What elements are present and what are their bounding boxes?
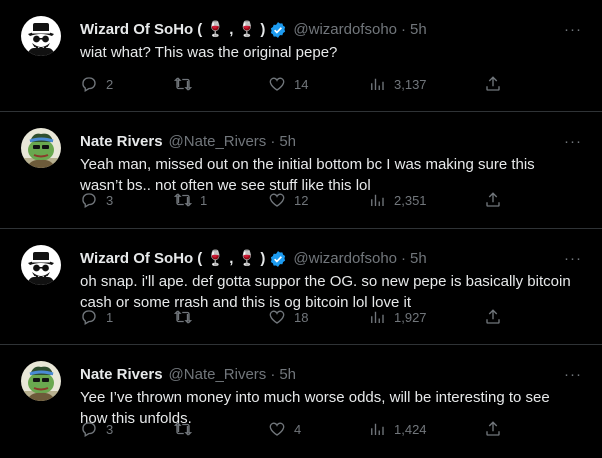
- author-name[interactable]: Wizard Of SoHo: [80, 20, 193, 40]
- more-options-icon[interactable]: ···: [564, 365, 582, 385]
- like-count: 14: [294, 76, 309, 92]
- verified-badge-icon: [269, 21, 287, 39]
- retweet-icon: [174, 422, 192, 436]
- views-chart-icon: [371, 194, 384, 206]
- author-name-emoji: ( 🍷 , 🍷 ): [197, 250, 266, 267]
- author-handle[interactable]: @wizardofsoho: [293, 20, 397, 40]
- share-button[interactable]: [484, 190, 502, 210]
- tweet-actions: 1 18 1,927: [80, 307, 520, 327]
- tweet-header: Nate Rivers @Nate_Rivers · 5h: [80, 132, 562, 152]
- reply-icon: [82, 422, 96, 437]
- reply-icon: [82, 193, 96, 208]
- tweet[interactable]: Nate Rivers @Nate_Rivers · 5h ··· Yee I’…: [0, 345, 602, 458]
- views-count: 3,137: [394, 76, 427, 92]
- like-count: 4: [294, 421, 302, 437]
- share-icon: [486, 76, 500, 91]
- reply-button[interactable]: 3: [80, 419, 113, 439]
- reply-button[interactable]: 1: [80, 307, 113, 327]
- more-options-icon[interactable]: ···: [564, 249, 582, 269]
- separator-dot: ·: [270, 133, 276, 150]
- views-button[interactable]: 3,137: [368, 74, 427, 94]
- views-button[interactable]: 1,424: [368, 419, 427, 439]
- timestamp[interactable]: 5h: [279, 365, 296, 385]
- reply-count: 1: [106, 309, 114, 325]
- reply-count: 3: [106, 421, 114, 437]
- heart-icon: [269, 310, 285, 324]
- retweet-icon: [174, 193, 192, 207]
- views-count: 2,351: [394, 192, 427, 208]
- share-icon: [486, 309, 500, 324]
- more-options-icon[interactable]: ···: [564, 20, 582, 40]
- tweet-actions: 3 4 1,424: [80, 419, 520, 439]
- retweet-icon: [174, 77, 192, 91]
- retweet-button[interactable]: [174, 74, 200, 94]
- tweet-actions: 3 1 12 2,351: [80, 190, 520, 210]
- tweet-header: Wizard Of SoHo ( 🍷 , 🍷 ) @wizardofsoho ·…: [80, 20, 562, 40]
- author-handle[interactable]: @Nate_Rivers: [169, 132, 267, 152]
- share-button[interactable]: [484, 419, 502, 439]
- avatar[interactable]: [21, 245, 61, 285]
- views-button[interactable]: 1,927: [368, 307, 427, 327]
- separator-dot: ·: [401, 250, 406, 267]
- like-button[interactable]: 12: [268, 190, 308, 210]
- tweet[interactable]: Nate Rivers @Nate_Rivers · 5h ··· Yeah m…: [0, 112, 602, 229]
- reply-button[interactable]: 2: [80, 74, 113, 94]
- reply-button[interactable]: 3: [80, 190, 113, 210]
- author-handle[interactable]: @Nate_Rivers: [169, 365, 267, 385]
- like-count: 18: [294, 309, 309, 325]
- views-chart-icon: [371, 78, 384, 90]
- author-name[interactable]: Nate Rivers: [80, 365, 163, 385]
- share-icon: [486, 192, 500, 207]
- verified-badge-icon: [269, 250, 287, 268]
- views-chart-icon: [371, 423, 384, 435]
- timestamp[interactable]: 5h: [410, 20, 427, 40]
- tweet-text: wiat what? This was the original pepe?: [80, 44, 338, 61]
- share-icon: [486, 421, 500, 436]
- like-button[interactable]: 14: [268, 74, 308, 94]
- tweet-actions: 2 14 3,137: [80, 74, 520, 94]
- more-options-icon[interactable]: ···: [564, 132, 582, 152]
- tweet[interactable]: Wizard Of SoHo ( 🍷 , 🍷 ) @wizardofsoho ·…: [0, 229, 602, 345]
- author-name[interactable]: Nate Rivers: [80, 132, 163, 152]
- heart-icon: [269, 77, 285, 91]
- views-button[interactable]: 2,351: [368, 190, 427, 210]
- heart-icon: [269, 193, 285, 207]
- reply-count: 2: [106, 76, 114, 92]
- reply-icon: [82, 77, 96, 92]
- author-name[interactable]: Wizard Of SoHo: [80, 249, 193, 269]
- share-button[interactable]: [484, 307, 502, 327]
- timestamp[interactable]: 5h: [279, 132, 296, 152]
- retweet-button[interactable]: [174, 307, 200, 327]
- separator-dot: ·: [270, 366, 276, 383]
- tweet[interactable]: Wizard Of SoHo ( 🍷 , 🍷 ) @wizardofsoho ·…: [0, 0, 602, 112]
- retweet-icon: [174, 310, 192, 324]
- avatar[interactable]: [21, 16, 61, 56]
- avatar[interactable]: [21, 361, 61, 401]
- like-button[interactable]: 4: [268, 419, 301, 439]
- views-chart-icon: [371, 311, 384, 323]
- retweet-button[interactable]: [174, 419, 200, 439]
- timestamp[interactable]: 5h: [410, 249, 427, 269]
- views-count: 1,927: [394, 309, 427, 325]
- author-name-emoji: ( 🍷 , 🍷 ): [197, 21, 266, 38]
- heart-icon: [269, 422, 285, 436]
- like-count: 12: [294, 192, 309, 208]
- author-handle[interactable]: @wizardofsoho: [293, 249, 397, 269]
- reply-count: 3: [106, 192, 114, 208]
- share-button[interactable]: [484, 74, 502, 94]
- avatar[interactable]: [21, 128, 61, 168]
- views-count: 1,424: [394, 421, 427, 437]
- tweet-header: Nate Rivers @Nate_Rivers · 5h: [80, 365, 562, 385]
- like-button[interactable]: 18: [268, 307, 308, 327]
- retweet-button[interactable]: 1: [174, 190, 207, 210]
- retweet-count: 1: [200, 192, 208, 208]
- tweet-header: Wizard Of SoHo ( 🍷 , 🍷 ) @wizardofsoho ·…: [80, 249, 562, 269]
- separator-dot: ·: [401, 21, 406, 38]
- reply-icon: [82, 310, 96, 325]
